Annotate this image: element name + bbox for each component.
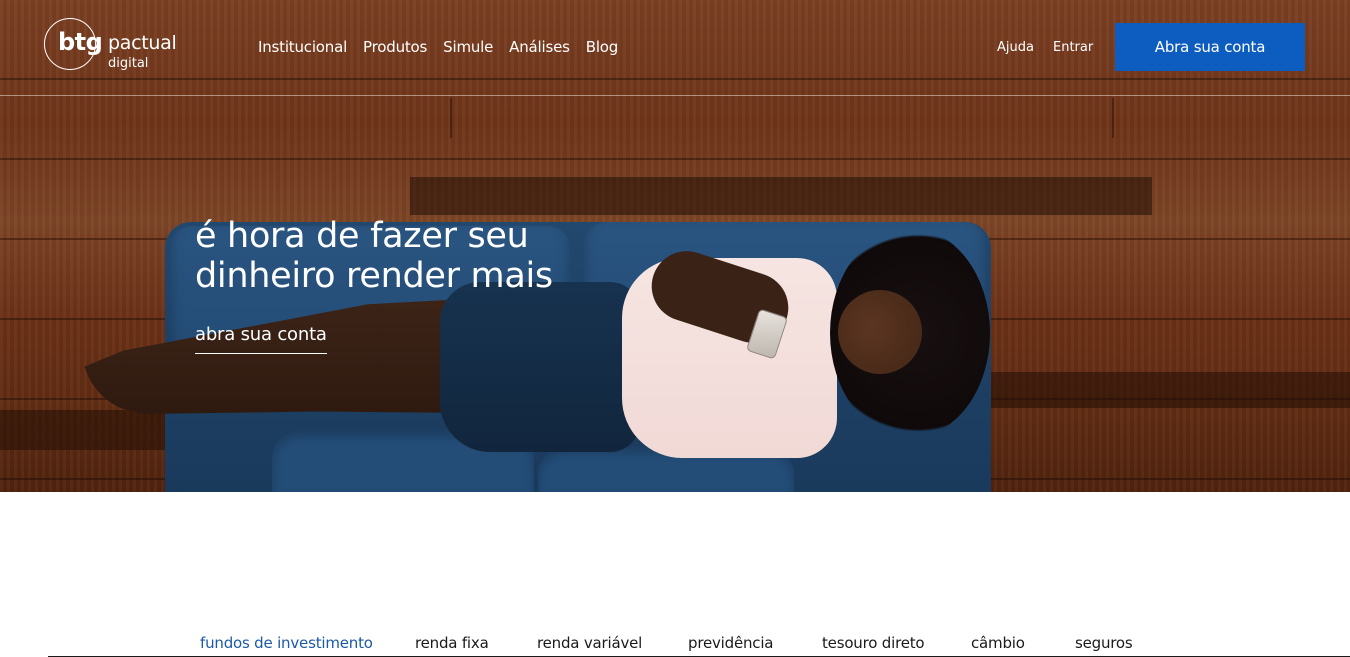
tab-fundos-de-investimento[interactable]: fundos de investimento (200, 634, 373, 652)
hero-title-line-1: é hora de fazer seu (195, 216, 529, 256)
person-shorts (440, 282, 640, 452)
nav-item-institucional[interactable]: Institucional (258, 38, 347, 56)
floor-plank-dark (990, 372, 1350, 408)
tab-cambio[interactable]: câmbio (971, 634, 1025, 652)
nav-item-blog[interactable]: Blog (586, 38, 619, 56)
nav-item-analises[interactable]: Análises (509, 38, 570, 56)
floor-plank-dark (0, 410, 165, 450)
logo-name: pactual (108, 32, 177, 54)
btg-pactual-logo[interactable]: btg pactual digital (44, 18, 194, 71)
floor-plank-seam (450, 98, 452, 138)
hero-title-line-2: dinheiro render mais (195, 256, 553, 296)
main-nav: Institucional Produtos Simule Análises B… (258, 38, 618, 56)
logo-mark: btg (58, 28, 103, 56)
product-tabs: fundos de investimento renda fixa renda … (0, 628, 1350, 657)
tab-renda-fixa[interactable]: renda fixa (415, 634, 489, 652)
hero-title: é hora de fazer seu dinheiro render mais (195, 216, 615, 296)
site-header: btg pactual digital Institucional Produt… (0, 0, 1350, 96)
nav-item-simule[interactable]: Simule (443, 38, 493, 56)
tab-renda-variavel[interactable]: renda variável (537, 634, 642, 652)
floor-plank-dark (410, 177, 1152, 215)
nav-item-produtos[interactable]: Produtos (363, 38, 427, 56)
open-account-button[interactable]: Abra sua conta (1115, 23, 1305, 71)
tab-seguros[interactable]: seguros (1075, 634, 1133, 652)
floor-plank-seam (1112, 98, 1114, 138)
help-link[interactable]: Ajuda (997, 40, 1034, 55)
hero-open-account-link[interactable]: abra sua conta (195, 324, 327, 354)
login-link[interactable]: Entrar (1053, 40, 1093, 55)
logo-sub: digital (108, 56, 149, 71)
person-face (838, 290, 922, 374)
tab-previdencia[interactable]: previdência (688, 634, 773, 652)
tab-tesouro-direto[interactable]: tesouro direto (822, 634, 925, 652)
